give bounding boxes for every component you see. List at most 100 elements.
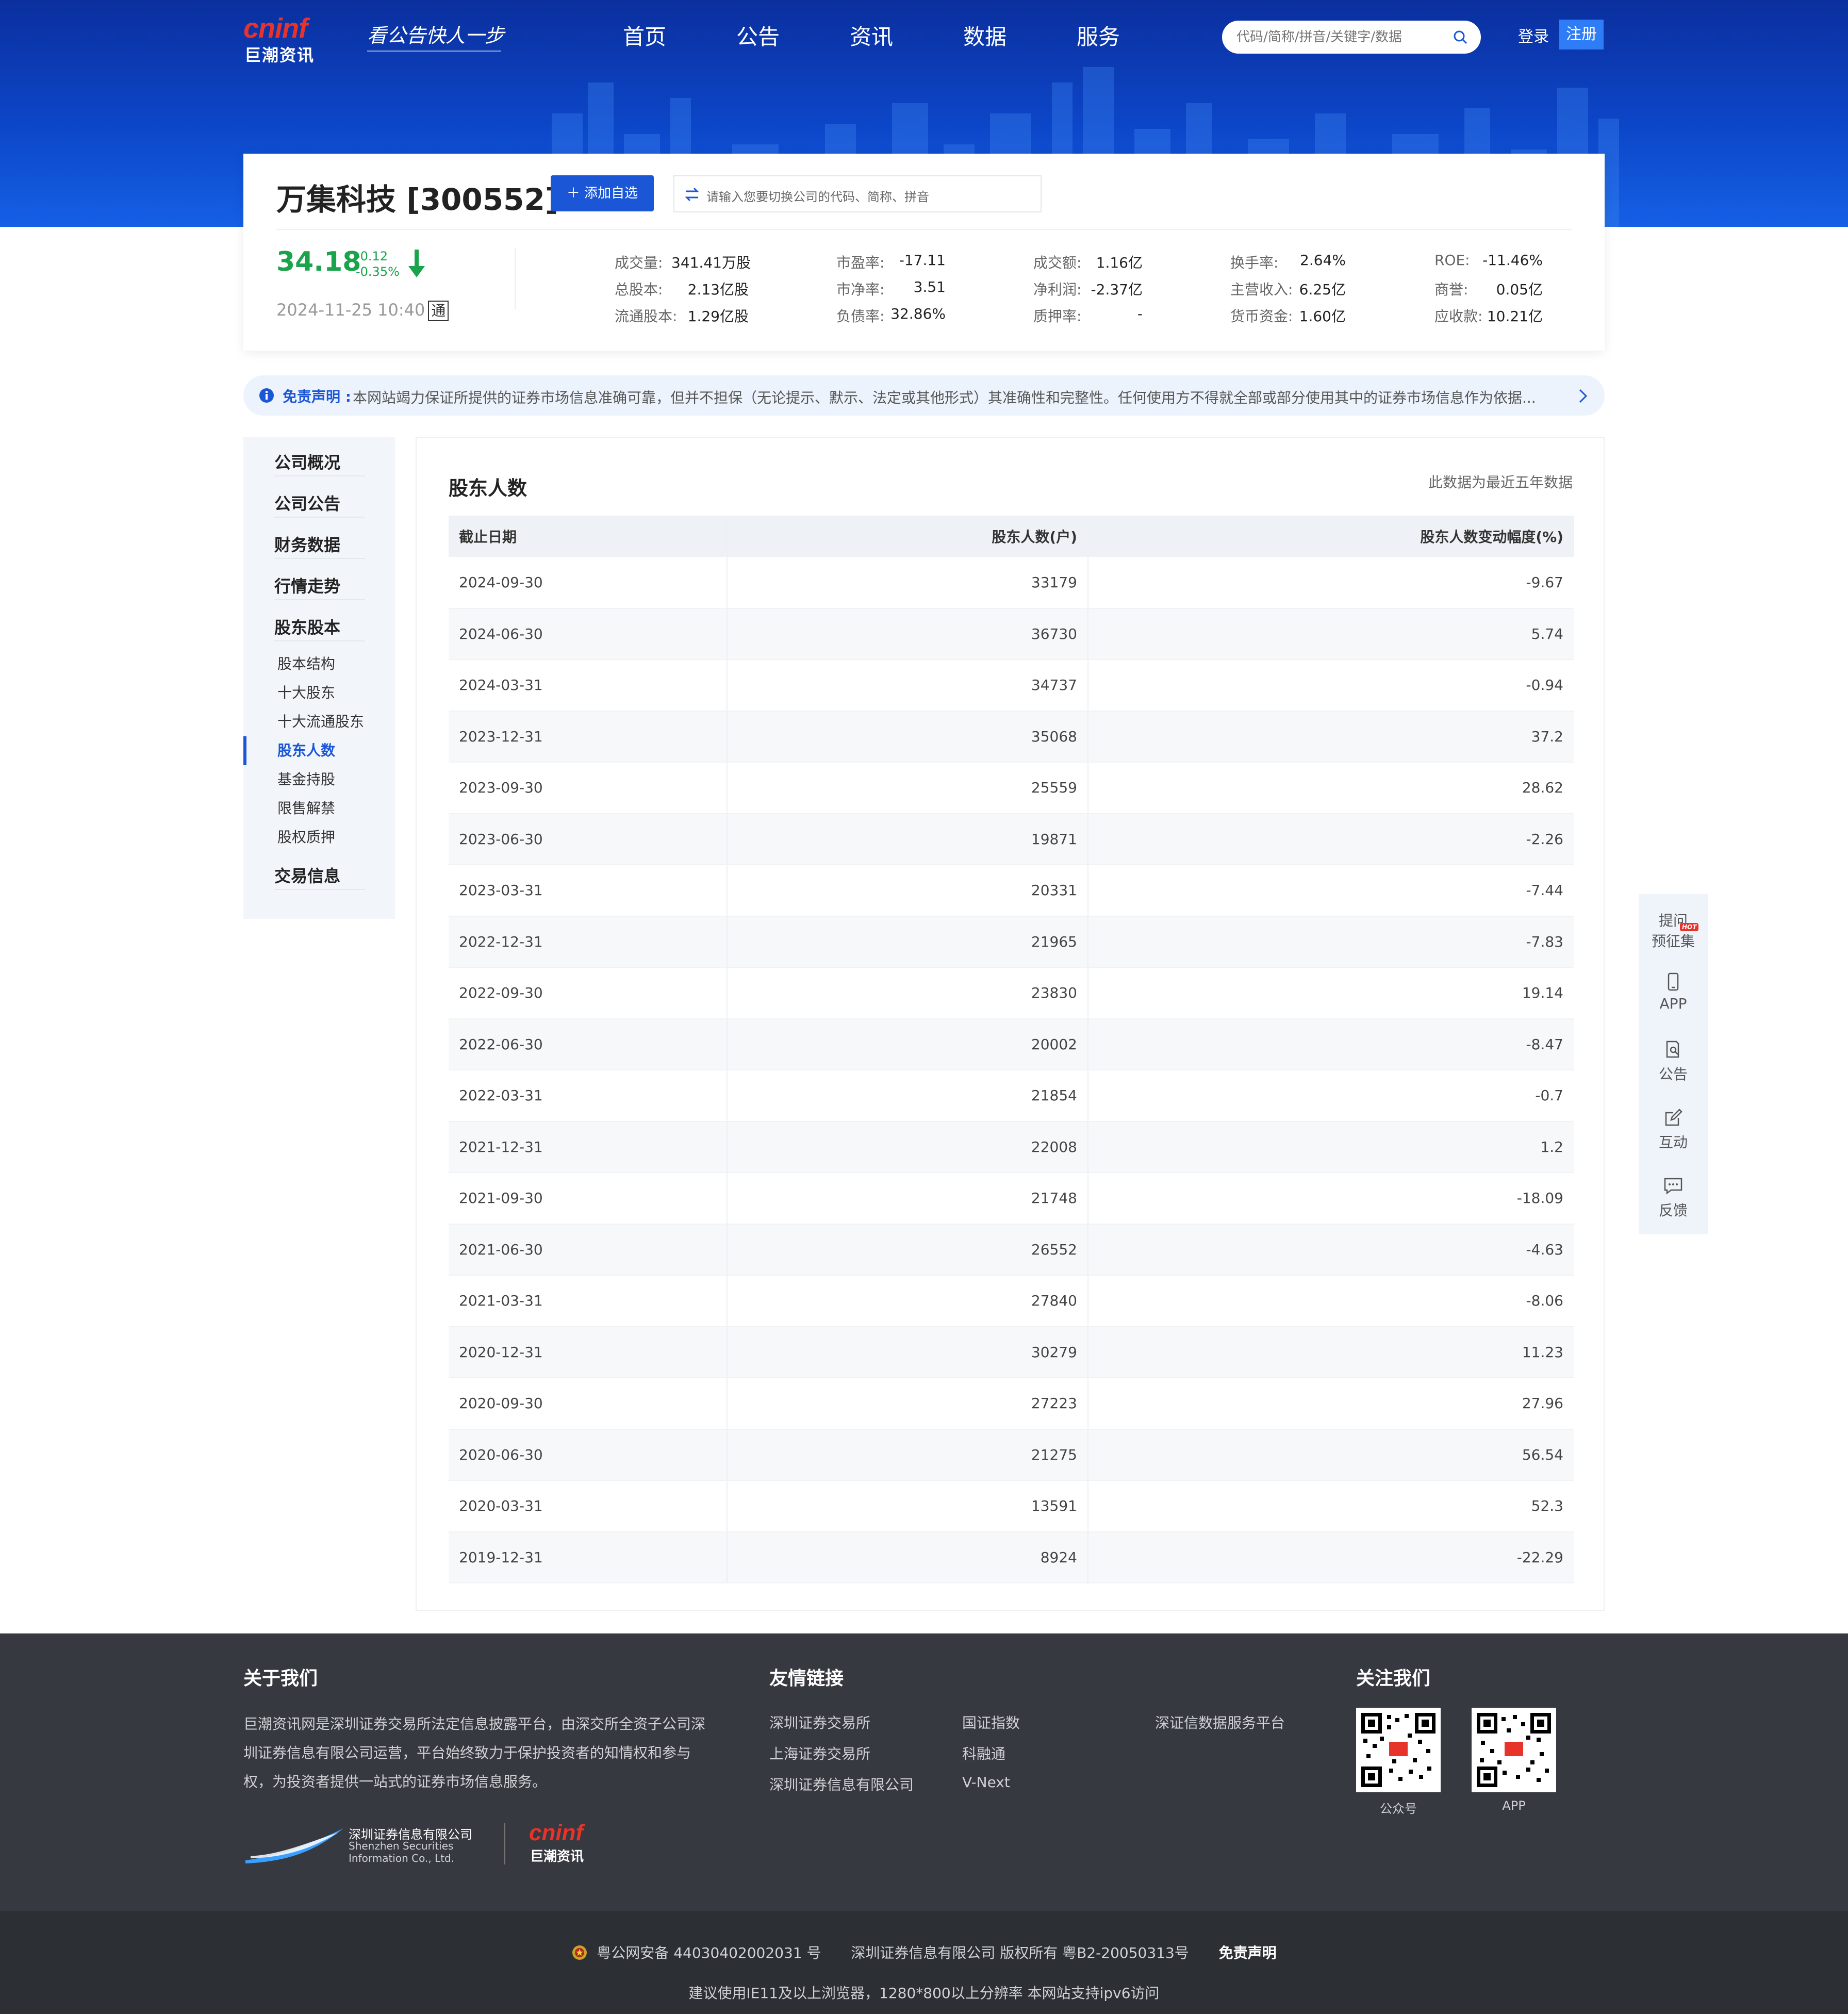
sidebar-sub-equity-pledge[interactable]: 股权质押	[277, 826, 335, 847]
table-row: 2021-09-30 21748 -18.09	[449, 1173, 1574, 1225]
footer-link-sse[interactable]: 上海证券交易所	[769, 1743, 870, 1763]
logo-divider	[504, 1823, 505, 1864]
footer-link-vnext[interactable]: V-Next	[962, 1774, 1010, 1791]
cell-change: -22.29	[1088, 1531, 1574, 1583]
nav-services[interactable]: 服务	[1042, 20, 1155, 51]
stat-pledge-ratio: 质押率: -	[1033, 305, 1143, 326]
cell-date: 2021-09-30	[449, 1173, 728, 1225]
cell-holders: 26552	[727, 1224, 1088, 1276]
table-row: 2021-12-31 22008 1.2	[449, 1121, 1574, 1173]
cell-change: -0.94	[1088, 659, 1574, 712]
cell-change: 52.3	[1088, 1480, 1574, 1532]
register-button[interactable]: 注册	[1559, 20, 1604, 49]
section-note: 此数据为最近五年数据	[1428, 474, 1573, 491]
table-row: 2020-09-30 27223 27.96	[449, 1378, 1574, 1430]
cell-change: -9.67	[1088, 557, 1574, 609]
change-value: -0.12	[356, 249, 388, 263]
stat-label: 成交额:	[1033, 254, 1082, 271]
search-icon[interactable]	[1453, 30, 1467, 44]
stat-turnover-rate: 换手率: 2.64%	[1230, 252, 1346, 272]
stat-value: 2.13亿股	[687, 281, 749, 298]
footer-link-szsi[interactable]: 深圳证券信息有限公司	[769, 1774, 914, 1794]
disclaimer-link[interactable]: 免责声明	[1219, 1944, 1277, 1961]
footer-link-data-platform[interactable]: 深证信数据服务平台	[1155, 1712, 1285, 1732]
stat-label: 主营收入:	[1230, 281, 1293, 298]
search-input[interactable]	[1236, 26, 1443, 48]
phone-icon	[1668, 972, 1679, 991]
cell-date: 2020-09-30	[449, 1378, 728, 1430]
footer-link-cni[interactable]: 国证指数	[962, 1712, 1020, 1732]
column-header-holders[interactable]: 股东人数(户)	[727, 516, 1088, 557]
footer-link-kerongtong[interactable]: 科融通	[962, 1743, 1005, 1763]
column-header-date[interactable]: 截止日期	[449, 516, 728, 557]
notice-text: 本网站竭力保证所提供的证券市场信息准确可靠，但并不担保（无论提示、默示、法定或其…	[353, 389, 1536, 406]
company-switch-input[interactable]: 请输入您要切换公司的代码、简称、拼音	[673, 175, 1042, 212]
table-row: 2022-09-30 23830 19.14	[449, 967, 1574, 1019]
beian-text[interactable]: 粤公网安备 44030402002031 号	[597, 1944, 821, 1961]
quote-timestamp: 2024-11-25 10:40 通	[276, 300, 449, 321]
qr-code-app	[1472, 1708, 1556, 1792]
stat-pb: 市净率: 3.51	[836, 278, 946, 299]
sidebar-sub-lockup-release[interactable]: 限售解禁	[277, 797, 335, 818]
login-link[interactable]: 登录	[1518, 24, 1549, 46]
cell-date: 2020-06-30	[449, 1429, 728, 1481]
cell-holders: 22008	[727, 1121, 1088, 1173]
table-row: 2021-03-31 27840 -8.06	[449, 1275, 1574, 1327]
sidebar-sub-share-structure[interactable]: 股本结构	[277, 653, 335, 673]
column-header-change[interactable]: 股东人数变动幅度(%)	[1088, 516, 1574, 557]
sidebar-sub-shareholder-count[interactable]: 股东人数	[277, 739, 335, 760]
sidebar-item-financials[interactable]: 财务数据	[274, 532, 340, 556]
sidebar-item-company-overview[interactable]: 公司概况	[274, 450, 340, 473]
float-app[interactable]: APP	[1639, 971, 1708, 1012]
cell-change: 19.14	[1088, 967, 1574, 1019]
stat-value: 32.86%	[890, 305, 946, 322]
sidebar-item-market-trend[interactable]: 行情走势	[274, 573, 340, 597]
stat-value: 3.51	[913, 278, 946, 295]
sidebar-item-announcements[interactable]: 公司公告	[274, 491, 340, 515]
cell-holders: 27223	[727, 1378, 1088, 1430]
browser-tip: 建议使用IE11及以上浏览器，1280*800以上分辨率 本网站支持ipv6访问	[688, 1985, 1160, 2002]
cell-change: -0.7	[1088, 1070, 1574, 1122]
nav-data[interactable]: 数据	[928, 20, 1042, 51]
qr-caption-app: APP	[1502, 1798, 1526, 1813]
stat-label: 流通股本:	[615, 308, 678, 325]
company-card: 万集科技 [300552] ＋ 添加自选 请输入您要切换公司的代码、简称、拼音 …	[243, 154, 1605, 351]
float-ask-question[interactable]: HOT 提问 预征集	[1639, 910, 1708, 951]
stat-pe: 市盈率: -17.11	[836, 252, 946, 272]
cell-holders: 36730	[727, 608, 1088, 660]
cell-holders: 25559	[727, 762, 1088, 814]
nav-announcements[interactable]: 公告	[701, 20, 815, 51]
sidebar-sub-top10-float-holders[interactable]: 十大流通股东	[277, 711, 364, 731]
cell-date: 2024-06-30	[449, 608, 728, 660]
float-interaction[interactable]: 互动	[1639, 1108, 1708, 1152]
qr-code-wechat	[1356, 1708, 1441, 1792]
main-content: 股东人数 此数据为最近五年数据 截止日期 股东人数(户) 股东人数变动幅度(%)…	[416, 437, 1605, 1611]
table-row: 2024-06-30 36730 5.74	[449, 608, 1574, 660]
cell-holders: 21965	[727, 916, 1088, 968]
logo-cninf-text: cninf	[243, 13, 308, 44]
float-announcements-label: 公告	[1658, 1066, 1688, 1083]
disclaimer-notice[interactable]: 免责声明 : 本网站竭力保证所提供的证券市场信息准确可靠，但并不担保（无论提示、…	[243, 375, 1605, 416]
sidebar-sub-fund-holdings[interactable]: 基金持股	[277, 768, 335, 789]
cell-change: 1.2	[1088, 1121, 1574, 1173]
table-row: 2023-12-31 35068 37.2	[449, 711, 1574, 763]
float-announcements[interactable]: 公告	[1639, 1039, 1708, 1084]
sidebar-sub-top10-holders[interactable]: 十大股东	[277, 682, 335, 702]
sidebar-item-trading-info[interactable]: 交易信息	[274, 863, 340, 887]
szsi-name-en1: Shenzhen Securities	[349, 1840, 454, 1852]
nav-home[interactable]: 首页	[588, 20, 701, 51]
float-feedback[interactable]: 反馈	[1639, 1176, 1708, 1220]
nav-news[interactable]: 资讯	[815, 20, 928, 51]
sidebar-divider	[274, 640, 365, 641]
stat-turnover-amount: 成交额: 1.16亿	[1033, 252, 1143, 272]
stat-debt-ratio: 负债率: 32.86%	[836, 305, 946, 326]
footer-link-szse[interactable]: 深圳证券交易所	[769, 1712, 870, 1732]
stat-roe: ROE: -11.46%	[1434, 252, 1543, 269]
add-label: 添加自选	[584, 186, 638, 201]
chevron-right-icon[interactable]	[1577, 388, 1589, 404]
table-row: 2020-12-31 30279 11.23	[449, 1326, 1574, 1378]
cell-change: 11.23	[1088, 1326, 1574, 1378]
sidebar-item-shareholders[interactable]: 股东股本	[274, 615, 340, 638]
cninfo-logo[interactable]: cninf 巨潮资讯 看公告快人一步	[243, 10, 532, 67]
add-to-watchlist-button[interactable]: ＋ 添加自选	[551, 175, 654, 211]
